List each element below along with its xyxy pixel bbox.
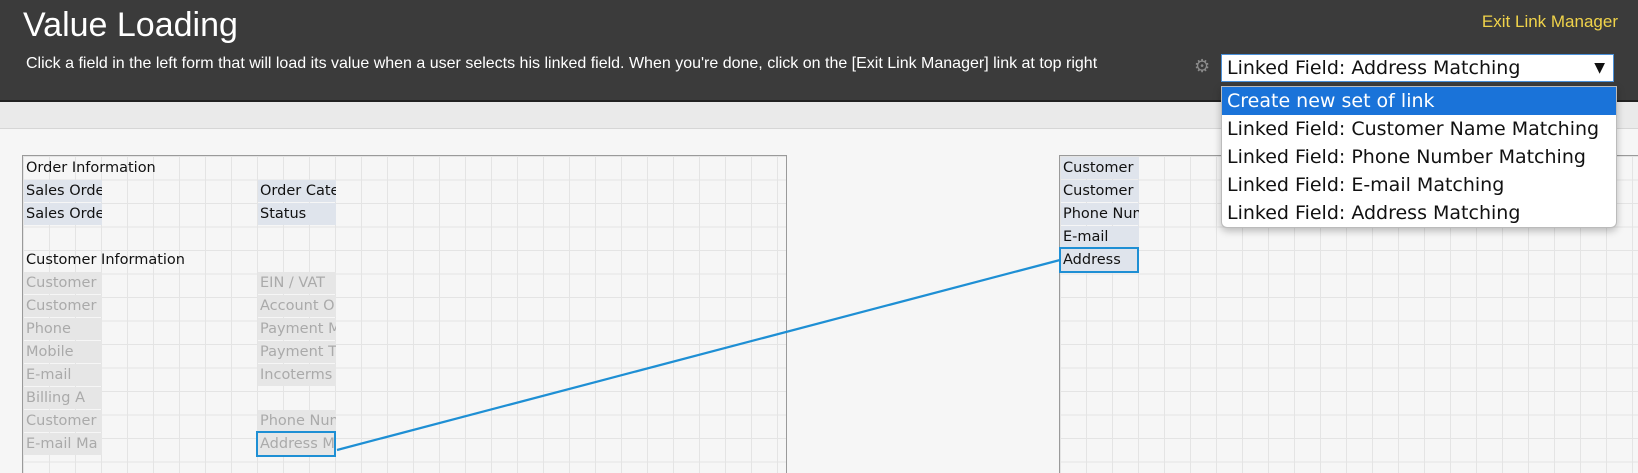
option-customer-name-matching[interactable]: Linked Field: Customer Name Matching: [1222, 115, 1616, 143]
order-information-heading: Order Information: [26, 160, 156, 176]
sales-order-date-label[interactable]: Sales Order Date: [24, 203, 102, 225]
exit-link-manager-link[interactable]: Exit Link Manager: [1482, 12, 1618, 32]
ein-vat-label[interactable]: EIN / VAT: [258, 272, 336, 294]
phone-num-label[interactable]: Phone Num: [258, 410, 336, 432]
email-label-right[interactable]: E-mail: [1061, 226, 1139, 248]
customer-id-label[interactable]: Customer ID: [1061, 157, 1139, 179]
customer-label-2[interactable]: Customer: [24, 295, 102, 317]
linked-field-dropdown: Create new set of link Linked Field: Cus…: [1221, 86, 1617, 228]
order-category-label[interactable]: Order Category: [258, 180, 336, 202]
email-label[interactable]: E-mail: [24, 364, 102, 386]
linked-field-select[interactable]: Linked Field: Address Matching ▼: [1221, 54, 1614, 82]
customer-information-heading: Customer Information: [26, 252, 185, 268]
option-phone-number-matching[interactable]: Linked Field: Phone Number Matching: [1222, 143, 1616, 171]
billing-a-label[interactable]: Billing A: [24, 387, 102, 409]
phone-number-label[interactable]: Phone Number: [1061, 203, 1139, 225]
option-create-new-set[interactable]: Create new set of link: [1222, 87, 1616, 115]
payment-t-label[interactable]: Payment T: [258, 341, 336, 363]
address-label[interactable]: Address: [1059, 247, 1139, 273]
incoterms-label[interactable]: Incoterms: [258, 364, 336, 386]
page-title: Value Loading: [23, 6, 238, 44]
option-email-matching[interactable]: Linked Field: E-mail Matching: [1222, 171, 1616, 199]
chevron-down-icon: ▼: [1594, 60, 1605, 76]
address-m-label[interactable]: Address M: [256, 431, 336, 457]
mobile-label[interactable]: Mobile: [24, 341, 102, 363]
status-label[interactable]: Status: [258, 203, 336, 225]
email-ma-label[interactable]: E-mail Ma: [24, 433, 102, 455]
sales-order-no-label[interactable]: Sales Order #: [24, 180, 102, 202]
left-form-panel: Order Information Sales Order # Order Ca…: [22, 155, 787, 473]
account-o-label[interactable]: Account O: [258, 295, 336, 317]
gear-icon[interactable]: ⚙: [1194, 58, 1212, 76]
option-address-matching[interactable]: Linked Field: Address Matching: [1222, 199, 1616, 227]
customer-name-label[interactable]: Customer Name: [1061, 180, 1139, 202]
payment-m-label[interactable]: Payment M: [258, 318, 336, 340]
instructions-text: Click a field in the left form that will…: [26, 55, 1098, 72]
customer-label-1[interactable]: Customer: [24, 272, 102, 294]
linked-field-select-value: Linked Field: Address Matching: [1227, 57, 1521, 79]
phone-label[interactable]: Phone: [24, 318, 102, 340]
customer-label-3[interactable]: Customer: [24, 410, 102, 432]
